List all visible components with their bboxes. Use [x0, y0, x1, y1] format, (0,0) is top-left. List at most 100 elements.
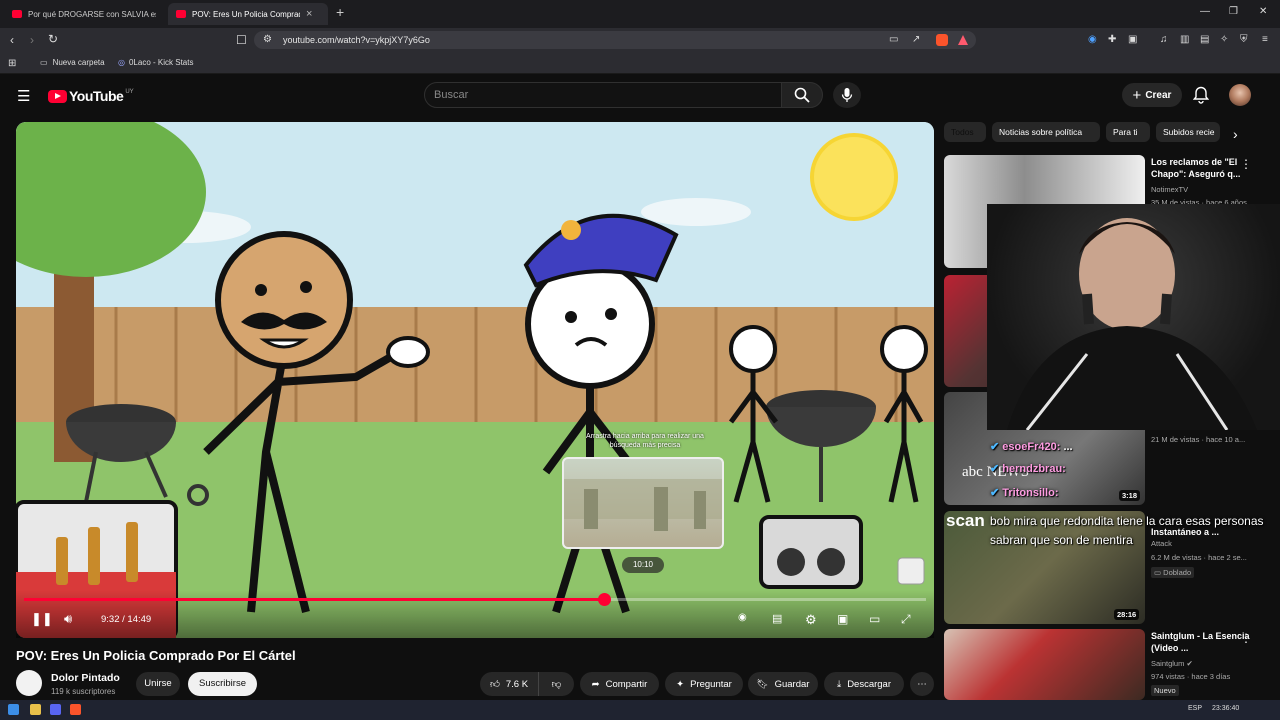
- chip-recent-uploads[interactable]: Subidos recie: [1156, 122, 1220, 142]
- badge-label: Doblado: [1163, 568, 1192, 577]
- site-settings-icon[interactable]: ⚙: [263, 33, 272, 47]
- subtitles-icon[interactable]: ▤: [772, 612, 782, 625]
- search-input[interactable]: [424, 82, 782, 108]
- like-button[interactable]: 👍︎ 7.6 K: [480, 672, 538, 696]
- more-actions-button[interactable]: ⋯: [910, 672, 934, 696]
- share-button[interactable]: ➦ Compartir: [580, 672, 659, 696]
- chat-user: herndzbrau:: [1002, 463, 1066, 475]
- url-text[interactable]: youtube.com/watch?v=ykpjXY7y6Go: [283, 35, 430, 45]
- save-button[interactable]: 🔖︎ Guardar: [748, 672, 818, 696]
- thumbnail-text: scan: [946, 511, 985, 530]
- miniplayer-icon[interactable]: ▣: [837, 612, 848, 626]
- hamburger-menu-icon[interactable]: ☰: [17, 87, 30, 105]
- reload-icon[interactable]: ↻: [48, 32, 58, 46]
- video-title: POV: Eres Un Policia Comprado Por El Cár…: [16, 648, 296, 663]
- new-badge: Nuevo: [1151, 685, 1179, 696]
- download-label: Descargar: [847, 678, 892, 690]
- chip-all[interactable]: Todos: [944, 122, 986, 142]
- chips-next-icon[interactable]: ›: [1233, 126, 1238, 142]
- autoplay-toggle-icon[interactable]: ◉: [738, 612, 747, 623]
- pause-icon[interactable]: ❚❚: [31, 611, 53, 627]
- vpn-icon[interactable]: ⛨: [1240, 33, 1248, 47]
- notifications-bell-icon[interactable]: [1192, 86, 1210, 109]
- video-player[interactable]: [16, 122, 934, 638]
- more-horizontal-icon: ⋯: [917, 678, 927, 690]
- webcam-overlay: [987, 204, 1280, 431]
- ask-button[interactable]: ✦ Preguntar: [665, 672, 743, 696]
- chat-line-3: ✔ Tritonsillo:: [990, 486, 1059, 499]
- recommendation-meta: 6.2 M de vistas · hace 2 se...: [1151, 553, 1247, 562]
- more-vertical-icon[interactable]: ⋮: [1240, 631, 1252, 645]
- discord-icon[interactable]: [50, 704, 61, 715]
- chip-for-you[interactable]: Para ti: [1106, 122, 1150, 142]
- bookmark-icon[interactable]: ☐: [236, 33, 247, 47]
- forward-icon[interactable]: ›: [30, 33, 34, 47]
- recommendation-meta: 974 vistas · hace 3 días: [1151, 672, 1231, 681]
- channel-name[interactable]: Dolor Pintado: [51, 672, 120, 684]
- more-vertical-icon[interactable]: ⋮: [1240, 157, 1252, 171]
- chat-user: esoeFr420:: [1002, 441, 1061, 453]
- time-display: 9:32 / 14:49: [101, 614, 152, 625]
- search-placeholder: Buscar: [434, 89, 469, 101]
- recommendation-thumbnail: [944, 629, 1145, 700]
- subscribe-button[interactable]: Suscribirse: [188, 672, 257, 696]
- volume-icon[interactable]: 🔊︎: [64, 611, 72, 627]
- chat-text: ...: [1063, 441, 1073, 453]
- bookmark-folder[interactable]: ▭ Nueva carpeta: [40, 58, 105, 67]
- cast-tv-icon[interactable]: ▭: [869, 612, 880, 626]
- apps-grid-icon[interactable]: ⊞: [8, 57, 16, 71]
- menu-icon[interactable]: ≡: [1262, 33, 1268, 47]
- restore-icon[interactable]: ❐: [1229, 6, 1238, 17]
- youtube-logo[interactable]: YouTube UY: [48, 88, 134, 104]
- browser-tab-1[interactable]: Por qué DROGARSE con SALVIA es lo: [4, 3, 164, 25]
- minimize-icon[interactable]: —: [1200, 6, 1210, 17]
- video-frame-illustration: [16, 122, 934, 638]
- clock[interactable]: 23:36:40: [1212, 705, 1239, 712]
- recommendation-5[interactable]: Saintglum - La Esencia (Video ... Saintg…: [944, 629, 1274, 700]
- recommendation-channel: NotimexTV: [1151, 185, 1189, 194]
- verified-check-icon: ✔: [990, 441, 1000, 453]
- progress-scrubber[interactable]: [597, 593, 611, 606]
- download-button[interactable]: ⤓ Descargar: [824, 672, 904, 696]
- logo-text: YouTube: [69, 88, 124, 104]
- sidebar-icon[interactable]: ▥: [1180, 33, 1189, 47]
- download-icon: ⤓: [836, 678, 842, 690]
- dislike-button[interactable]: 👎︎: [538, 672, 574, 696]
- thumbs-up-icon: 👍︎: [489, 679, 500, 690]
- account-avatar[interactable]: [1229, 84, 1251, 106]
- start-icon[interactable]: [8, 704, 19, 715]
- brave-icon[interactable]: [70, 704, 81, 715]
- share-icon[interactable]: ↗: [912, 33, 920, 47]
- bookmark-label: Nueva carpeta: [52, 58, 105, 67]
- explorer-icon[interactable]: [30, 704, 41, 715]
- brave-shield-icon[interactable]: [936, 34, 948, 46]
- create-label: Crear: [1145, 89, 1172, 101]
- tab-label: POV: Eres Un Policia Comprado: [192, 9, 300, 19]
- browser-tab-2[interactable]: POV: Eres Un Policia Comprado ×: [168, 3, 328, 25]
- new-tab-icon[interactable]: +: [336, 4, 344, 20]
- window-close-icon[interactable]: ✕: [1259, 6, 1267, 17]
- media-icon[interactable]: ♫: [1160, 33, 1168, 47]
- close-tab-icon[interactable]: ×: [306, 8, 312, 20]
- cast-icon[interactable]: ▭: [889, 33, 898, 47]
- sparkle-icon: ✦: [676, 678, 685, 690]
- bookmark-kick-stats[interactable]: ◎ 0Laco - Kick Stats: [118, 58, 193, 67]
- create-button[interactable]: + Crear: [1122, 83, 1182, 107]
- leo-ai-icon[interactable]: ✧: [1220, 33, 1228, 47]
- duration-badge: 28:16: [1114, 609, 1140, 620]
- chip-politics-news[interactable]: Noticias sobre política: [992, 122, 1100, 142]
- voice-search-button[interactable]: [833, 82, 861, 108]
- webcam-person: [1007, 218, 1257, 431]
- wallet-icon[interactable]: ▣: [1128, 33, 1137, 47]
- back-icon[interactable]: ‹: [10, 33, 14, 47]
- settings-gear-icon[interactable]: ⚙: [805, 612, 817, 628]
- wallet-alt-icon[interactable]: ▤: [1200, 33, 1209, 47]
- join-button[interactable]: Unirse: [136, 672, 180, 696]
- audio-icon[interactable]: ◉: [1088, 33, 1097, 47]
- fullscreen-icon[interactable]: ⤢: [901, 612, 911, 627]
- channel-avatar[interactable]: [16, 670, 42, 696]
- rewards-icon[interactable]: [958, 35, 968, 45]
- extensions-icon[interactable]: ✚: [1108, 33, 1116, 47]
- language-indicator[interactable]: ESP: [1188, 705, 1202, 712]
- search-button[interactable]: [781, 82, 823, 108]
